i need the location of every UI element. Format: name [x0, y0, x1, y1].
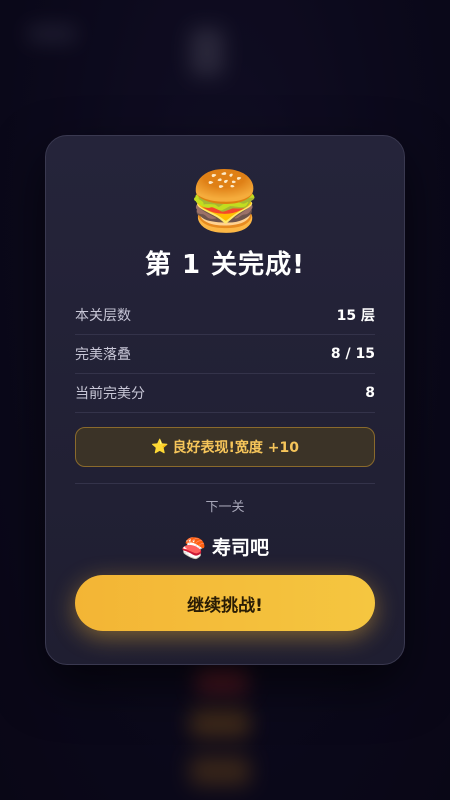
burger-icon: 🍔 [188, 167, 262, 235]
continue-button[interactable]: 继续挑战! [75, 575, 375, 631]
stats-list: 本关层数 15 层 完美落叠 8 / 15 当前完美分 8 [75, 296, 375, 413]
badge-text: 良好表现!宽度 +10 [172, 440, 299, 456]
stat-label: 当前完美分 [75, 386, 145, 402]
next-level-label: 下一关 [205, 500, 245, 515]
stat-value: 8 [365, 385, 375, 401]
stat-row-perfect-score: 当前完美分 8 [75, 374, 375, 413]
divider [75, 483, 375, 484]
stat-value: 15 层 [336, 308, 375, 324]
level-complete-dialog: 🍔 第 1 关完成! 本关层数 15 层 完美落叠 8 / 15 当前完美分 8… [45, 135, 405, 665]
dialog-title: 第 1 关完成! [144, 250, 306, 280]
star-icon: ⭐ [151, 439, 169, 455]
stat-value: 8 / 15 [330, 346, 375, 362]
stat-row-perfect-stacks: 完美落叠 8 / 15 [75, 335, 375, 374]
game-screen: 🍔 第 1 关完成! 本关层数 15 层 完美落叠 8 / 15 当前完美分 8… [0, 0, 450, 800]
sushi-icon: 🍣 [181, 536, 206, 560]
stat-row-layers: 本关层数 15 层 [75, 296, 375, 335]
stat-label: 完美落叠 [75, 347, 131, 363]
next-level-name: 🍣 寿司吧 [46, 534, 404, 562]
next-level-title: 寿司吧 [211, 537, 269, 559]
stat-label: 本关层数 [75, 308, 131, 324]
performance-badge: ⭐ 良好表现!宽度 +10 [75, 427, 375, 467]
